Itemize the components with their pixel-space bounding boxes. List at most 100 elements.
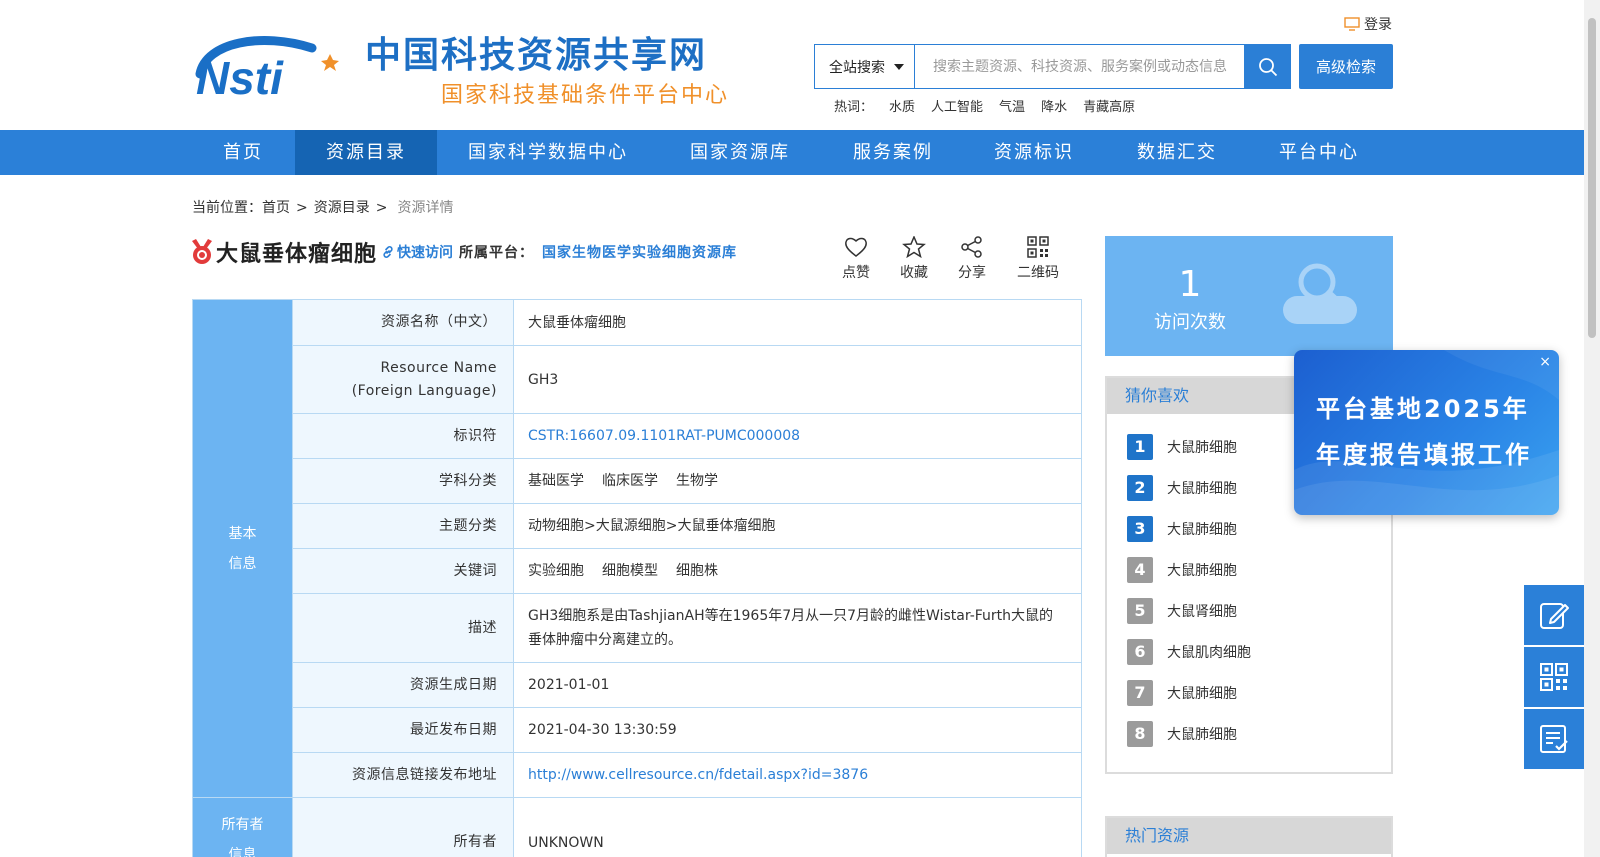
hot-word[interactable]: 气温 xyxy=(999,96,1025,115)
identifier-link[interactable]: CSTR:16607.09.1101RAT-PUMC000008 xyxy=(528,428,800,444)
table-row: 最近发布日期 2021-04-30 13:30:59 xyxy=(193,707,1082,753)
list-item[interactable]: 7 大鼠肺细胞 xyxy=(1127,680,1237,706)
keyword-tag: 细胞模型 xyxy=(602,563,658,579)
field-label: Resource Name (Foreign Language) xyxy=(292,345,514,414)
keyword-tag: 实验细胞 xyxy=(528,563,584,579)
nav-item-catalog[interactable]: 资源目录 xyxy=(295,130,437,175)
breadcrumb-separator: > xyxy=(375,200,388,216)
header: Nsti 中国科技资源共享网 国家科技基础条件平台中心 登录 全站搜索 搜索主题… xyxy=(0,0,1584,130)
search-button[interactable] xyxy=(1244,44,1291,89)
hot-word[interactable]: 降水 xyxy=(1041,96,1067,115)
feedback-button[interactable] xyxy=(1524,585,1584,645)
hot-word[interactable]: 青藏高原 xyxy=(1083,96,1135,115)
login-link[interactable]: 登录 xyxy=(1344,14,1392,34)
hot-word[interactable]: 人工智能 xyxy=(931,96,983,115)
rank-badge: 1 xyxy=(1127,434,1153,460)
field-label: 学科分类 xyxy=(292,458,514,504)
checklist-icon xyxy=(1540,725,1568,753)
quick-access-link[interactable]: 快速访问 xyxy=(381,242,453,262)
keyword-tag: 细胞株 xyxy=(676,563,718,579)
page: Nsti 中国科技资源共享网 国家科技基础条件平台中心 登录 全站搜索 搜索主题… xyxy=(0,0,1600,857)
search-bar: 全站搜索 xyxy=(814,44,1286,89)
nsti-logo[interactable]: Nsti xyxy=(192,34,358,98)
breadcrumb-prefix: 当前位置： xyxy=(192,200,262,216)
list-item-name: 大鼠肺细胞 xyxy=(1167,563,1237,579)
field-value: 动物细胞>大鼠源细胞>大鼠垂体瘤细胞 xyxy=(513,503,1082,549)
announcement-popup[interactable]: × 平台基地2025年 年度报告填报工作 xyxy=(1294,350,1559,515)
nav-item-home[interactable]: 首页 xyxy=(192,130,294,175)
list-item[interactable]: 3 大鼠肺细胞 xyxy=(1127,516,1237,542)
rank-badge: 4 xyxy=(1127,557,1153,583)
nav-item-cases[interactable]: 服务案例 xyxy=(834,130,952,175)
qrcode-tool-button[interactable] xyxy=(1524,647,1584,707)
medal-icon xyxy=(192,239,212,264)
like-label: 点赞 xyxy=(842,265,870,281)
platform-link[interactable]: 国家生物医学实验细胞资源库 xyxy=(542,242,737,262)
login-label: 登录 xyxy=(1364,17,1392,33)
list-item[interactable]: 5 大鼠肾细胞 xyxy=(1127,598,1237,624)
list-item-name: 大鼠肾细胞 xyxy=(1167,604,1237,620)
list-item[interactable]: 4 大鼠肺细胞 xyxy=(1127,557,1237,583)
source-url-link[interactable]: http://www.cellresource.cn/fdetail.aspx?… xyxy=(528,767,868,783)
subject-tag: 基础医学 xyxy=(528,473,584,489)
field-value: 2021-01-01 xyxy=(513,662,1082,708)
field-label: 资源生成日期 xyxy=(292,662,514,708)
popup-text: 平台基地2025年 年度报告填报工作 xyxy=(1316,395,1532,469)
field-value: http://www.cellresource.cn/fdetail.aspx?… xyxy=(513,752,1082,798)
page-scrollbar[interactable] xyxy=(1584,0,1600,857)
nav-item-data-center[interactable]: 国家科学数据中心 xyxy=(452,130,644,175)
table-row: 所有者 信息 所有者 UNKNOWN xyxy=(192,797,1082,857)
search-icon xyxy=(1258,57,1277,76)
field-label: 资源信息链接发布地址 xyxy=(292,752,514,798)
section-basic-info: 基本 信息 xyxy=(192,299,293,798)
nav-item-platform-center[interactable]: 平台中心 xyxy=(1260,130,1378,175)
list-item[interactable]: 6 大鼠肌肉细胞 xyxy=(1127,639,1251,665)
field-label: 标识符 xyxy=(292,413,514,459)
field-label: 描述 xyxy=(292,593,514,663)
list-item[interactable]: 1 大鼠肺细胞 xyxy=(1127,434,1237,460)
nav-item-identifier[interactable]: 资源标识 xyxy=(975,130,1093,175)
field-value: GH3 xyxy=(513,345,1082,414)
subject-tag: 生物学 xyxy=(676,473,718,489)
field-label: 最近发布日期 xyxy=(292,707,514,753)
resource-info-table: 基本 信息 资源名称（中文） 大鼠垂体瘤细胞 Resource Name (Fo… xyxy=(192,299,1082,857)
qrcode-label: 二维码 xyxy=(1017,265,1059,281)
hot-words-label: 热词： xyxy=(834,100,874,115)
field-label: 主题分类 xyxy=(292,503,514,549)
table-row: 基本 信息 资源名称（中文） 大鼠垂体瘤细胞 xyxy=(192,299,1082,798)
favorite-button[interactable]: 收藏 xyxy=(894,236,934,282)
qrcode-icon xyxy=(1027,236,1049,258)
caret-down-icon xyxy=(894,64,904,70)
table-row: 主题分类 动物细胞>大鼠源细胞>大鼠垂体瘤细胞 xyxy=(193,503,1082,549)
subject-tag: 临床医学 xyxy=(602,473,658,489)
list-item[interactable]: 2 大鼠肺细胞 xyxy=(1127,475,1237,501)
search-scope-select[interactable]: 全站搜索 xyxy=(815,45,915,88)
rank-badge: 2 xyxy=(1127,475,1153,501)
advanced-search-button[interactable]: 高级检索 xyxy=(1299,44,1393,89)
close-icon[interactable]: × xyxy=(1539,354,1551,370)
rank-badge: 7 xyxy=(1127,680,1153,706)
table-row: 关键词 实验细胞 细胞模型 细胞株 xyxy=(193,548,1082,594)
section-owner-info: 所有者 信息 xyxy=(192,797,293,857)
list-item-name: 大鼠肺细胞 xyxy=(1167,481,1237,497)
field-value: GH3细胞系是由TashjianAH等在1965年7月从一只7月龄的雌性Wist… xyxy=(513,593,1082,663)
list-item-name: 大鼠肺细胞 xyxy=(1167,522,1237,538)
breadcrumb-home[interactable]: 首页 xyxy=(262,200,290,216)
hot-resources-title: 热门资源 xyxy=(1107,818,1391,854)
like-button[interactable]: 点赞 xyxy=(836,236,876,282)
scrollbar-thumb[interactable] xyxy=(1588,18,1596,338)
qrcode-button[interactable]: 二维码 xyxy=(1014,236,1062,282)
search-input[interactable] xyxy=(915,45,1285,88)
hot-word[interactable]: 水质 xyxy=(889,96,915,115)
resource-title: 大鼠垂体瘤细胞 xyxy=(216,242,378,267)
field-value: 基础医学 临床医学 生物学 xyxy=(513,458,1082,504)
nav-item-data-submission[interactable]: 数据汇交 xyxy=(1118,130,1236,175)
list-item-name: 大鼠肺细胞 xyxy=(1167,727,1237,743)
nav-item-resource-library[interactable]: 国家资源库 xyxy=(674,130,806,175)
share-button[interactable]: 分享 xyxy=(952,236,992,282)
list-item[interactable]: 8 大鼠肺细胞 xyxy=(1127,721,1237,747)
breadcrumb-catalog[interactable]: 资源目录 xyxy=(314,200,370,216)
visit-count-card: 1 访问次数 xyxy=(1105,236,1393,356)
survey-button[interactable] xyxy=(1524,709,1584,769)
heart-icon xyxy=(845,237,867,257)
